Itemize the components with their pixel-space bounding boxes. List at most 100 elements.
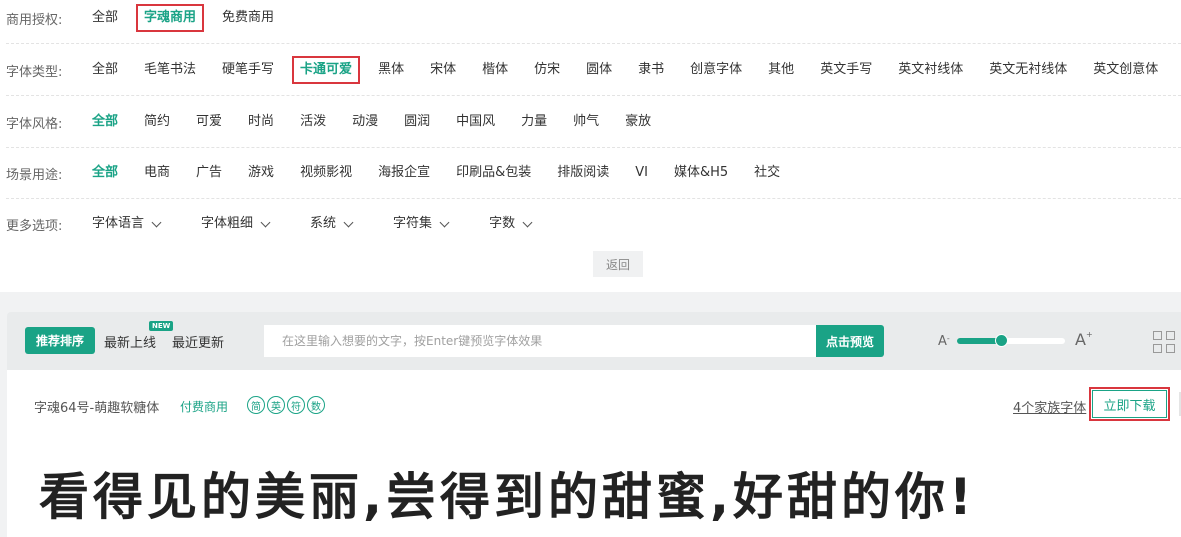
chevron-down-icon [151,217,162,227]
scene-option[interactable]: 电商 [136,159,178,187]
filter-label-license: 商用授权: [6,12,63,28]
style-option[interactable]: 简约 [136,108,178,136]
dropdown-label: 字数 [489,216,516,231]
type-option[interactable]: 创意字体 [682,56,750,84]
type-option[interactable]: 英文衬线体 [890,56,971,84]
style-option[interactable]: 中国风 [448,108,503,136]
filter-row-type: 字体类型: 全部 毛笔书法 硬笔手写 卡通可爱 黑体 宋体 楷体 仿宋 圆体 隶… [6,45,1181,96]
type-option[interactable]: 黑体 [370,56,412,84]
style-option[interactable]: 时尚 [240,108,282,136]
sort-newest-tab[interactable]: 最新上线 [104,332,156,351]
preview-text-input[interactable] [264,325,816,357]
size-large-sup: + [1085,330,1093,339]
dropdown-label: 字体语言 [92,216,145,231]
charset-badge: 数 [307,396,325,414]
style-option[interactable]: 动漫 [344,108,386,136]
type-option[interactable]: 隶书 [630,56,672,84]
dropdown-font-weight[interactable]: 字体粗细 [193,210,277,238]
dropdown-label: 系统 [310,216,337,231]
new-badge: NEW [149,321,174,331]
charset-badge: 英 [267,396,285,414]
results-toolbar: 推荐排序 最新上线 NEW 最近更新 点击预览 A- A+ [7,312,1181,370]
filter-label-style: 字体风格: [6,116,63,132]
style-options: 全部 简约 可爱 时尚 活泼 动漫 圆润 中国风 力量 帅气 豪放 [84,108,669,136]
filter-row-style: 字体风格: 全部 简约 可爱 时尚 活泼 动漫 圆润 中国风 力量 帅气 豪放 [6,97,1181,148]
grid-cell [1153,331,1162,340]
style-option-all[interactable]: 全部 [84,108,126,136]
scene-option[interactable]: 排版阅读 [549,159,617,187]
dropdown-charset[interactable]: 字符集 [385,210,456,238]
style-option[interactable]: 豪放 [617,108,659,136]
family-fonts-link[interactable]: 4个家族字体 [1013,397,1086,416]
type-option[interactable]: 英文无衬线体 [981,56,1075,84]
sort-updated-tab[interactable]: 最近更新 [172,332,224,351]
scene-option[interactable]: 视频影视 [292,159,360,187]
scene-option[interactable]: 印刷品&包装 [448,159,539,187]
font-card: 字魂64号-萌趣软糖体 付费商用 简 英 符 数 4个家族字体 立即下载 看得见… [7,370,1181,537]
grid-cell [1153,344,1162,353]
scene-option[interactable]: VI [627,159,656,187]
style-option[interactable]: 圆润 [396,108,438,136]
font-size-decrease[interactable]: A- [938,334,950,349]
type-options: 全部 毛笔书法 硬笔手写 卡通可爱 黑体 宋体 楷体 仿宋 圆体 隶书 创意字体… [84,56,1176,84]
type-option[interactable]: 圆体 [578,56,620,84]
filter-row-more: 更多选项: 字体语言 字体粗细 系统 字符集 字数 [6,199,1181,249]
filter-row-license: 商用授权: 全部 字魂商用 免费商用 [6,0,1181,44]
type-option-cartoon[interactable]: 卡通可爱 [292,56,361,84]
preview-button[interactable]: 点击预览 [816,325,884,357]
type-option[interactable]: 毛笔书法 [136,56,204,84]
style-option[interactable]: 力量 [513,108,555,136]
chevron-down-icon [260,217,271,227]
grid-view-icon[interactable] [1153,331,1175,353]
dropdown-label: 字体粗细 [201,216,254,231]
size-small-sup: - [946,334,950,343]
dropdown-label: 字符集 [393,216,433,231]
type-option[interactable]: 英文手写 [812,56,880,84]
scene-option[interactable]: 海报企宣 [370,159,438,187]
back-button[interactable]: 返回 [593,251,643,277]
type-option[interactable]: 其他 [760,56,802,84]
type-option[interactable]: 英文创意体 [1085,56,1166,84]
type-option[interactable]: 仿宋 [526,56,568,84]
dropdown-system[interactable]: 系统 [302,210,360,238]
download-button[interactable]: 立即下载 [1089,387,1170,421]
scene-options: 全部 电商 广告 游戏 视频影视 海报企宣 印刷品&包装 排版阅读 VI 媒体&… [84,159,798,187]
license-option-free[interactable]: 免费商用 [214,4,282,32]
filter-label-more: 更多选项: [6,218,63,234]
license-tag: 付费商用 [180,400,229,414]
font-preview-text: 看得见的美丽,尝得到的甜蜜,好甜的你! [39,468,976,526]
charset-badge: 简 [247,396,265,414]
style-option[interactable]: 帅气 [565,108,607,136]
font-size-increase[interactable]: A+ [1075,330,1093,349]
font-size-slider[interactable] [957,334,1065,347]
chevron-down-icon [439,217,450,227]
scene-option[interactable]: 游戏 [240,159,282,187]
size-small-label: A [938,334,947,349]
more-options: 字体语言 字体粗细 系统 字符集 字数 [84,210,564,238]
filter-label-type: 字体类型: [6,64,63,80]
license-option-zihun[interactable]: 字魂商用 [136,4,205,32]
grid-cell [1166,344,1175,353]
type-option[interactable]: 宋体 [422,56,464,84]
scene-option[interactable]: 社交 [746,159,788,187]
chevron-down-icon [522,217,533,227]
filter-label-scene: 场景用途: [6,167,63,183]
dropdown-font-language[interactable]: 字体语言 [84,210,168,238]
license-options: 全部 字魂商用 免费商用 [84,4,292,32]
size-large-label: A [1075,330,1086,349]
slider-handle[interactable] [995,334,1009,347]
type-option[interactable]: 全部 [84,56,126,84]
license-option-all[interactable]: 全部 [84,4,126,32]
charset-badge: 符 [287,396,305,414]
type-option[interactable]: 硬笔手写 [214,56,282,84]
style-option[interactable]: 可爱 [188,108,230,136]
charset-badges: 简 英 符 数 [247,396,327,414]
sort-recommended-button[interactable]: 推荐排序 [25,327,95,354]
style-option[interactable]: 活泼 [292,108,334,136]
dropdown-char-count[interactable]: 字数 [481,210,539,238]
font-name[interactable]: 字魂64号-萌趣软糖体 [34,397,159,416]
scene-option-all[interactable]: 全部 [84,159,126,187]
scene-option[interactable]: 媒体&H5 [666,159,736,187]
scene-option[interactable]: 广告 [188,159,230,187]
type-option[interactable]: 楷体 [474,56,516,84]
